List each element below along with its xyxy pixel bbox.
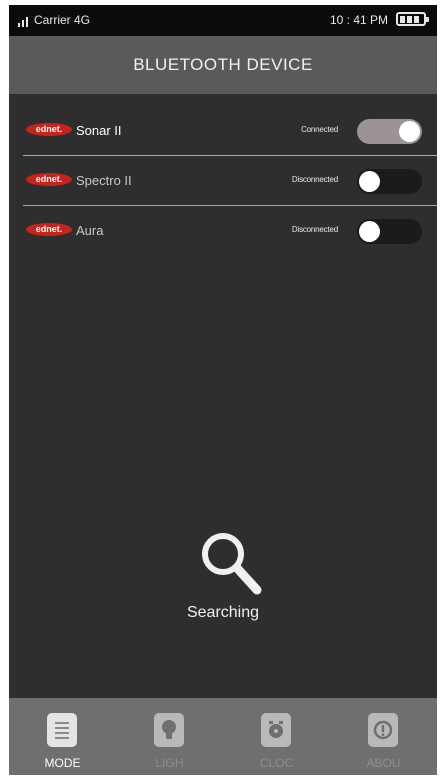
clock-time: 10 : 41 PM: [330, 13, 389, 27]
connection-status: Disconnected: [291, 225, 338, 234]
light-bulb-icon: [154, 713, 184, 747]
status-bar: Carrier 4G 10 : 41 PM: [9, 5, 437, 36]
app-screen: Carrier 4G 10 : 41 PM BLUETOOTH DEVICE e…: [9, 5, 437, 775]
tab-label: MODE: [44, 756, 81, 770]
ednet-logo: ednet.: [26, 223, 72, 236]
device-name: Sonar II: [76, 123, 122, 138]
toggle-knob: [359, 171, 380, 192]
connection-toggle[interactable]: [357, 119, 422, 144]
page-title: BLUETOOTH DEVICE: [9, 36, 437, 94]
device-row-aura[interactable]: ednet. Aura Disconnected: [9, 206, 437, 255]
search-icon: [202, 533, 262, 595]
device-row-sonar-ii[interactable]: ednet. Sonar II Connected: [9, 106, 437, 155]
device-name: Aura: [76, 223, 104, 238]
toggle-knob: [399, 121, 420, 142]
tab-label: LIGH: [155, 756, 184, 770]
tab-mode[interactable]: MODE: [9, 698, 116, 775]
device-name: Spectro II: [76, 173, 132, 188]
tab-light[interactable]: LIGH: [116, 698, 223, 775]
toggle-knob: [359, 221, 380, 242]
battery-icon: [396, 12, 429, 26]
mode-icon: [47, 713, 77, 747]
tab-label: CLOC: [259, 756, 294, 770]
info-icon: [368, 713, 398, 747]
ednet-logo: ednet.: [26, 173, 72, 186]
carrier-label: Carrier 4G: [34, 13, 91, 27]
connection-status: Disconnected: [291, 175, 338, 184]
tab-label: ABOU: [366, 756, 401, 770]
searching-label: Searching: [186, 604, 260, 621]
connection-toggle[interactable]: [357, 219, 422, 244]
connection-toggle[interactable]: [357, 169, 422, 194]
signal-icon: [18, 15, 32, 27]
connection-status: Connected: [301, 125, 338, 134]
ednet-logo: ednet.: [26, 123, 72, 136]
tab-about[interactable]: ABOU: [330, 698, 437, 775]
clock-icon: [261, 713, 291, 747]
device-row-spectro-ii[interactable]: ednet. Spectro II Disconnected: [9, 156, 437, 205]
tab-bar: MODE LIGH CLOC ABOU: [9, 698, 437, 775]
tab-clock[interactable]: CLOC: [223, 698, 330, 775]
